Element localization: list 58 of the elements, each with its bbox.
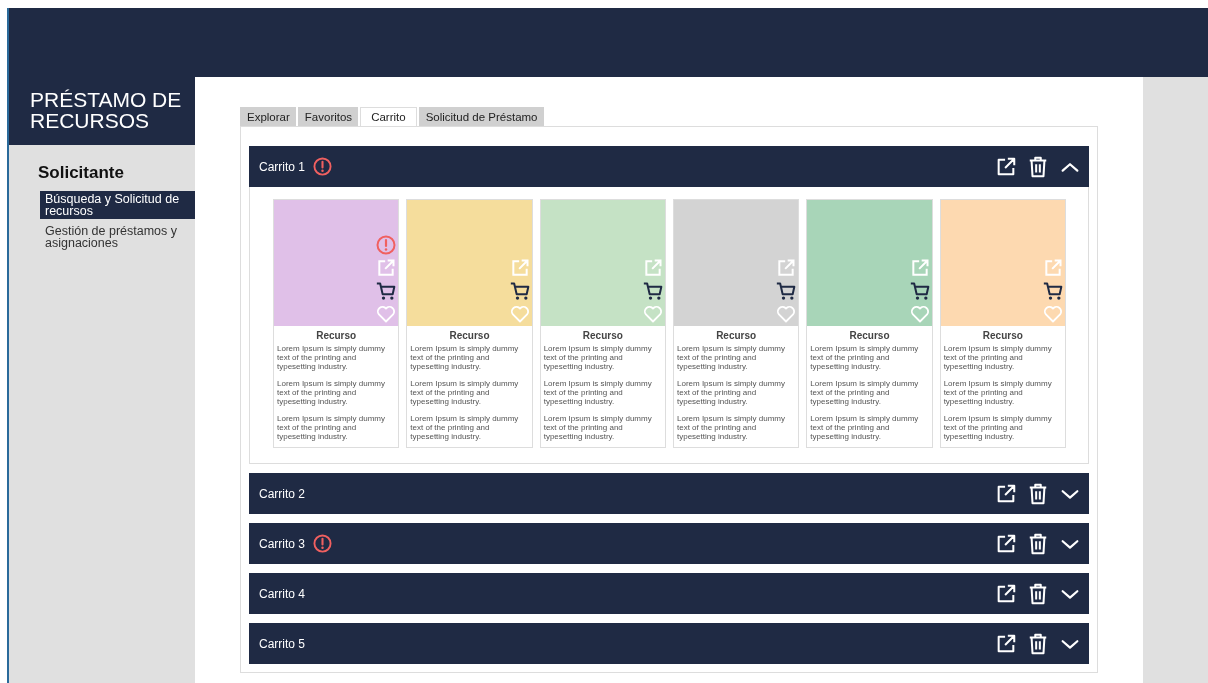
cart-icon[interactable] [376,281,397,301]
app-title: PRÉSTAMO DE RECURSOS [9,77,195,145]
sidebar-heading: Solicitante [37,162,125,184]
resource-description: Lorem Ipsum is simply dummy text of the printing and typesetting industry. [542,379,653,406]
resource-description: Lorem Ipsum is simply dummy text of the printing and typesetting industry. [409,344,520,371]
tab[interactable]: Explorar [240,107,296,126]
sidebar-item[interactable]: Gestión de préstamos y asignaciones [40,223,195,251]
cart-title: Carrito 4 [259,586,305,601]
cart-header[interactable]: Carrito 1 [249,146,1089,187]
resource-title: Recurso [715,330,758,341]
trash-icon[interactable] [1027,155,1049,178]
resource-description: Lorem Ipsum is simply dummy text of the printing and typesetting industry. [276,379,387,406]
tab[interactable]: Solicitud de Préstamo [418,107,544,126]
external-link-icon[interactable] [995,482,1017,505]
trash-icon[interactable] [1027,482,1049,505]
trash-icon[interactable] [1027,582,1049,605]
external-link-icon[interactable] [995,155,1017,178]
resource-description: Lorem Ipsum is simply dummy text of the printing and typesetting industry. [942,414,1053,441]
trash-icon[interactable] [1027,532,1049,555]
cart-icon[interactable] [909,281,930,301]
resource-description: Lorem Ipsum is simply dummy text of the printing and typesetting industry. [276,344,387,371]
resource-title: Recurso [848,330,891,341]
tab[interactable]: Favoritos [297,107,359,126]
resource-description: Lorem Ipsum is simply dummy text of the printing and typesetting industry. [809,344,920,371]
cart-icon[interactable] [643,281,663,301]
resource-description: Lorem Ipsum is simply dummy text of the printing and typesetting industry. [542,414,653,441]
resource-description: Lorem Ipsum is simply dummy text of the printing and typesetting industry. [809,414,920,441]
resource-description: Lorem Ipsum is simply dummy text of the printing and typesetting industry. [542,344,653,371]
resource-description: Lorem Ipsum is simply dummy text of the printing and typesetting industry. [676,379,786,406]
resource-title: Recurso [581,330,624,341]
resource-description: Lorem Ipsum is simply dummy text of the printing and typesetting industry. [809,379,920,406]
cart-header[interactable]: Carrito 5 [249,623,1089,664]
cart-header[interactable]: Carrito 4 [249,573,1089,614]
external-link-icon[interactable] [995,632,1017,655]
cart-title: Carrito 1 [259,159,305,174]
resource-description: Lorem Ipsum is simply dummy text of the printing and typesetting industry. [942,379,1053,406]
cart-title: Carrito 5 [259,636,305,651]
cart-title: Carrito 3 [259,536,305,551]
cart-header[interactable]: Carrito 2 [249,473,1089,514]
external-link-icon[interactable] [995,582,1017,605]
resource-title: Recurso [448,330,491,341]
resource-title: Recurso [981,330,1024,341]
resource-title: Recurso [315,330,358,341]
cart-header[interactable]: Carrito 3 [249,523,1089,564]
cart-title: Carrito 2 [259,486,305,501]
resource-description: Lorem Ipsum is simply dummy text of the printing and typesetting industry. [942,344,1053,371]
cart-icon[interactable] [1042,281,1063,301]
trash-icon[interactable] [1027,632,1049,655]
external-link-icon[interactable] [995,532,1017,555]
resource-description: Lorem Ipsum is simply dummy text of the printing and typesetting industry. [276,414,387,441]
tab[interactable]: Carrito [360,107,417,126]
resource-description: Lorem Ipsum is simply dummy text of the printing and typesetting industry. [676,344,786,371]
sidebar-item[interactable]: Búsqueda y Solicitud de recursos [40,191,195,219]
cart-icon[interactable] [509,281,530,301]
resource-description: Lorem Ipsum is simply dummy text of the printing and typesetting industry. [676,414,786,441]
cart-icon[interactable] [776,281,797,301]
resource-description: Lorem Ipsum is simply dummy text of the printing and typesetting industry. [409,414,520,441]
resource-description: Lorem Ipsum is simply dummy text of the printing and typesetting industry. [409,379,520,406]
